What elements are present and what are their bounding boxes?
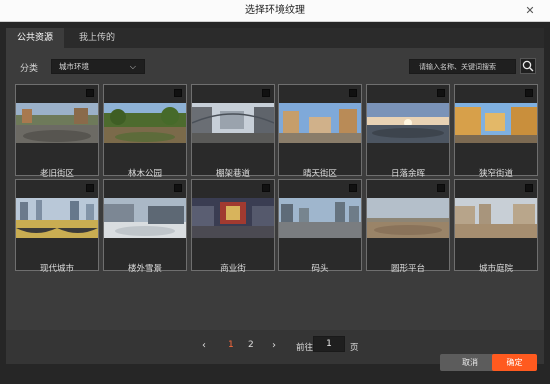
search-button[interactable] [520,58,536,74]
select-checkbox[interactable] [525,89,533,97]
texture-card[interactable] [103,84,187,176]
select-checkbox[interactable] [349,89,357,97]
search-icon [522,60,534,72]
select-checkbox[interactable] [86,184,94,192]
texture-thumbnail [367,198,449,238]
select-checkbox[interactable] [174,184,182,192]
texture-name: 老旧街区 [39,169,74,179]
texture-panel: 公共资源 我上传的 分类 城市环境 ⌵ 老旧街区 林木公园 棚架巷道 晴天街区 日落余晖… [6,28,544,364]
goto-label: 前往 [296,343,314,353]
page-2-button[interactable]: 2 [248,340,254,350]
confirm-button[interactable]: 确定 [492,354,537,371]
texture-name: 楼外雪景 [127,264,162,274]
texture-name: 棚架巷道 [215,169,250,179]
chevron-down-icon: ⌵ [129,62,136,71]
tab-public-resources[interactable]: 公共资源 [6,28,64,48]
select-checkbox[interactable] [349,184,357,192]
texture-thumbnail [279,198,361,238]
texture-thumbnail [455,198,537,238]
texture-thumbnail [104,198,186,238]
select-checkbox[interactable] [86,89,94,97]
texture-name: 日落余晖 [390,169,425,179]
texture-thumbnail [192,103,274,143]
category-select[interactable]: 城市环境 ⌵ [51,59,145,74]
next-page-button[interactable]: › [272,340,276,351]
texture-name: 城市庭院 [478,264,513,274]
texture-name: 狭窄街道 [478,169,513,179]
select-checkbox[interactable] [262,89,270,97]
page-1-button[interactable]: 1 [228,340,234,350]
category-selected-value: 城市环境 [59,62,89,71]
texture-card[interactable] [191,179,275,271]
texture-card[interactable] [278,84,362,176]
texture-thumbnail [16,198,98,238]
texture-thumbnail [367,103,449,143]
title-bar: 选择环境纹理 ✕ [0,0,550,22]
texture-card[interactable] [191,84,275,176]
category-label: 分类 [20,64,39,74]
goto-suffix: 页 [350,343,359,353]
texture-thumbnail [192,198,274,238]
tab-content: 分类 城市环境 ⌵ 老旧街区 林木公园 棚架巷道 晴天街区 日落余晖 狭窄街道现代城市 楼外… [6,48,544,364]
texture-card[interactable] [366,84,450,176]
texture-name: 现代城市 [39,264,74,274]
close-icon[interactable]: ✕ [522,3,538,19]
texture-thumbnail [279,103,361,143]
texture-name: 林木公园 [127,169,162,179]
select-checkbox[interactable] [437,184,445,192]
texture-name: 晴天街区 [302,169,337,179]
search-input[interactable] [409,59,516,74]
texture-thumbnail [16,103,98,143]
texture-name: 商业街 [220,264,246,274]
texture-card[interactable] [15,179,99,271]
select-checkbox[interactable] [174,89,182,97]
select-checkbox[interactable] [262,184,270,192]
texture-thumbnail [104,103,186,143]
cancel-button[interactable]: 取消 [440,354,500,371]
texture-name: 圆形平台 [390,264,425,274]
texture-card[interactable] [15,84,99,176]
texture-card[interactable] [454,84,538,176]
goto-page-input[interactable] [313,336,345,352]
texture-card[interactable] [278,179,362,271]
texture-card[interactable] [366,179,450,271]
texture-card[interactable] [454,179,538,271]
dialog-title: 选择环境纹理 [245,5,305,16]
tab-bar: 公共资源 我上传的 [6,28,544,48]
texture-card[interactable] [103,179,187,271]
tab-my-uploads[interactable]: 我上传的 [68,28,126,48]
select-checkbox[interactable] [437,89,445,97]
texture-thumbnail [455,103,537,143]
texture-name: 码头 [311,264,329,274]
select-checkbox[interactable] [525,184,533,192]
texture-grid: 老旧街区 林木公园 棚架巷道 晴天街区 日落余晖 狭窄街道现代城市 楼外雪景 商业街 码头 圆形平… [6,84,544,332]
dialog-body: 公共资源 我上传的 分类 城市环境 ⌵ 老旧街区 林木公园 棚架巷道 晴天街区 日落余晖… [0,22,550,384]
prev-page-button[interactable]: ‹ [202,340,206,351]
